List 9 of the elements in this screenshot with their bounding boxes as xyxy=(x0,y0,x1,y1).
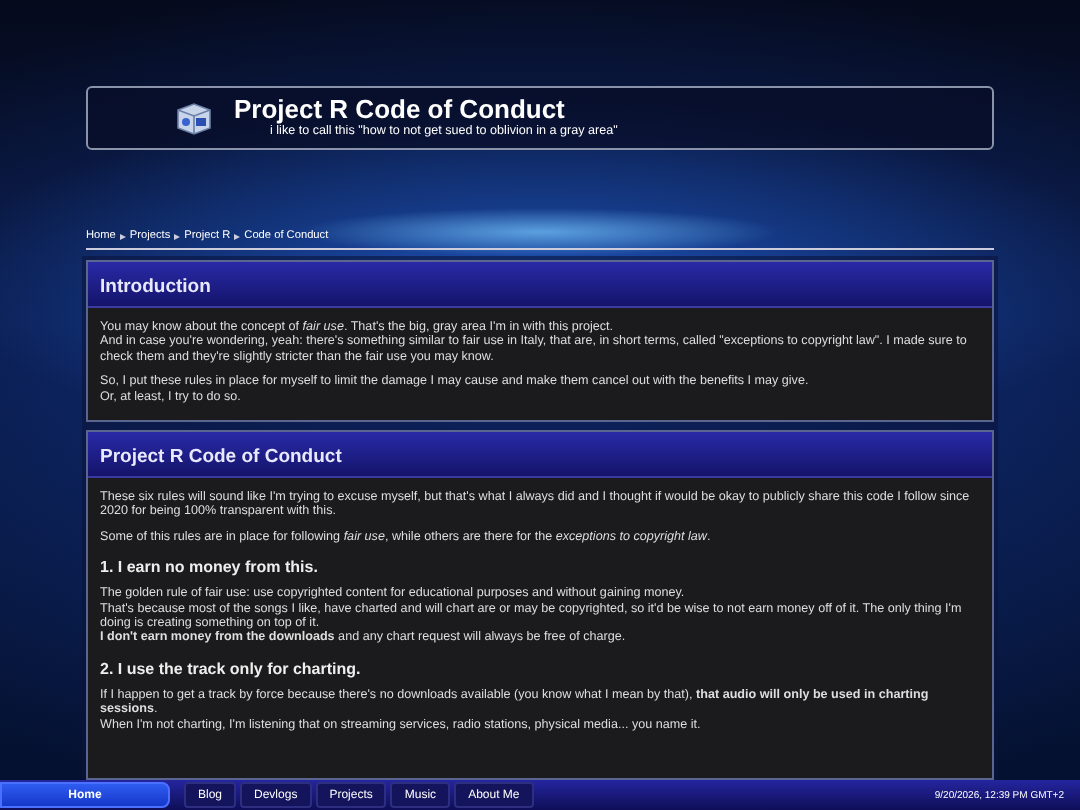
separator-icon xyxy=(234,233,241,239)
section-title: Project R Code of Conduct xyxy=(100,446,342,469)
separator-icon xyxy=(119,233,126,239)
box-icon xyxy=(174,99,214,135)
page-title: Project R Code of Conduct xyxy=(234,94,567,124)
rule-heading: 1. I earn no money from this. xyxy=(100,558,318,577)
separator-icon xyxy=(174,233,181,239)
section-title: Introduction xyxy=(100,276,211,298)
rule-heading: 2. I use the track only for charting. xyxy=(100,659,361,678)
